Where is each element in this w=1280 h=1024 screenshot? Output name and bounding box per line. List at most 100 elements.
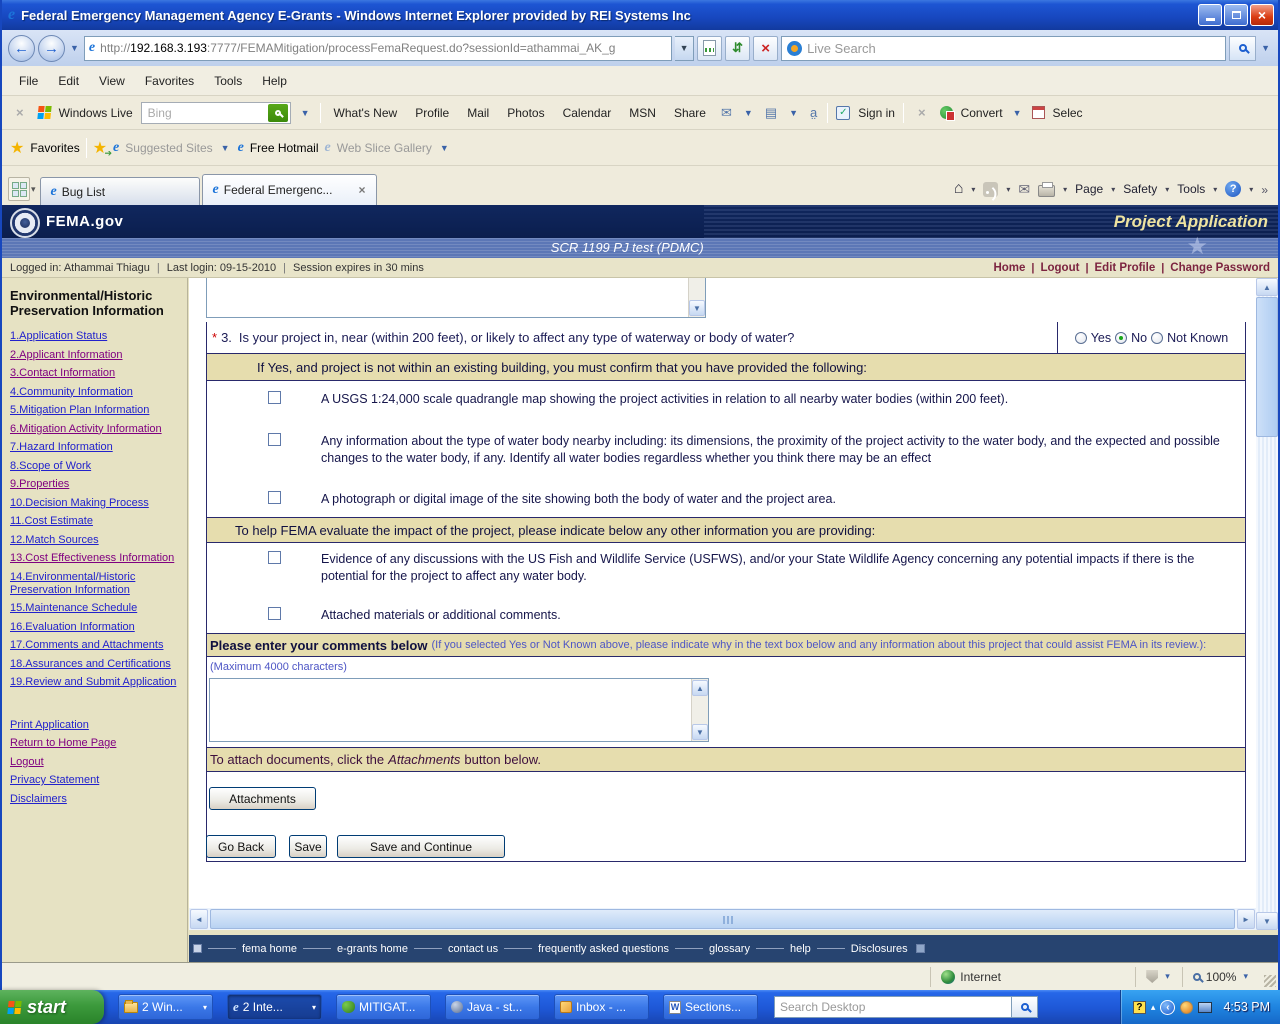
desktop-search-input[interactable] (774, 996, 1012, 1018)
sidebar-item-contact-information[interactable]: 3.Contact Information (10, 367, 181, 380)
footer-link-fema-home[interactable]: fema home (238, 943, 301, 955)
help-dropdown[interactable]: ▾ (1249, 185, 1253, 194)
sidebar-item-review-submit[interactable]: 19.Review and Submit Application (10, 676, 181, 689)
desktop-search-button[interactable] (1012, 996, 1038, 1018)
sidebar-link-disclaimers[interactable]: Disclaimers (10, 793, 181, 806)
compatibility-view-icon[interactable] (697, 35, 723, 61)
sidebar-item-comments-attachments[interactable]: 17.Comments and Attachments (10, 639, 181, 652)
tools-menu-button[interactable]: Tools (1177, 182, 1205, 196)
scroll-down-icon[interactable]: ▼ (1256, 912, 1278, 930)
attachments-button[interactable]: Attachments (209, 787, 316, 810)
convert-button[interactable]: Convert (961, 106, 1003, 120)
menu-edit[interactable]: Edit (49, 71, 88, 91)
favorites-button[interactable]: Favorites (30, 141, 79, 155)
restore-button[interactable] (1224, 4, 1248, 26)
map-dropdown[interactable]: ▼ (744, 108, 753, 118)
page-dropdown[interactable]: ▾ (1111, 185, 1115, 194)
scroll-right-icon[interactable]: ► (1237, 909, 1255, 929)
quick-tabs-icon[interactable] (8, 177, 30, 201)
header-link-home[interactable]: Home (993, 262, 1025, 274)
checkbox-attached-materials[interactable] (268, 607, 281, 620)
menu-favorites[interactable]: Favorites (136, 71, 203, 91)
safety-dropdown[interactable]: ▾ (1165, 185, 1169, 194)
safety-menu-button[interactable]: Safety (1123, 182, 1157, 196)
java-update-icon[interactable]: ? (1132, 1000, 1146, 1014)
history-dropdown[interactable]: ▼ (70, 43, 79, 53)
go-back-button[interactable]: Go Back (206, 835, 276, 858)
menu-file[interactable]: File (10, 71, 47, 91)
close-button[interactable]: × (1250, 4, 1274, 26)
taskbar-item-windows-group[interactable]: 2 Win... ▾ (118, 994, 213, 1020)
horizontal-scrollbar[interactable]: ◄ ► (189, 908, 1256, 930)
sign-in-button[interactable]: Sign in (858, 106, 895, 120)
tab-close-icon[interactable]: × (359, 183, 366, 197)
toolbar-overflow-icon[interactable]: » (1261, 180, 1268, 197)
live-search-box[interactable] (781, 35, 1227, 61)
sidebar-item-maintenance-schedule[interactable]: 15.Maintenance Schedule (10, 602, 181, 615)
news-dropdown[interactable]: ▼ (789, 108, 798, 118)
sidebar-item-assurances[interactable]: 18.Assurances and Certifications (10, 658, 181, 671)
sidebar-item-match-sources[interactable]: 12.Match Sources (10, 534, 181, 547)
suggested-sites-button[interactable]: Suggested Sites (125, 141, 212, 155)
sidebar-item-mitigation-plan[interactable]: 5.Mitigation Plan Information (10, 404, 181, 417)
web-slice-dropdown[interactable]: ▼ (440, 143, 449, 153)
taskbar-item-sections[interactable]: W Sections... (663, 994, 758, 1020)
comments-textarea[interactable]: ▲ ▼ (209, 678, 709, 742)
stop-button[interactable]: × (753, 35, 779, 61)
textarea-scrollbar[interactable]: ▼ (688, 278, 705, 317)
live-link-share[interactable]: Share (669, 106, 711, 120)
page-menu-button[interactable]: Page (1075, 182, 1103, 196)
back-button[interactable]: ← (8, 34, 35, 62)
toolbar-close-icon[interactable]: × (10, 105, 30, 120)
live-link-calendar[interactable]: Calendar (558, 106, 617, 120)
taskbar-item-mitigation[interactable]: MITIGAT... (336, 994, 431, 1020)
sidebar-item-environmental-historic[interactable]: 14.Environmental/Historic Preservation I… (10, 571, 181, 597)
sidebar-item-decision-making[interactable]: 10.Decision Making Process (10, 497, 181, 510)
taskbar-item-java[interactable]: Java - st... (445, 994, 540, 1020)
checkbox-water-body-info[interactable] (268, 433, 281, 446)
web-slice-button[interactable]: Web Slice Gallery (337, 141, 432, 155)
live-link-whats-new[interactable]: What's New (329, 106, 403, 120)
taskbar-item-internet-group[interactable]: e 2 Inte... ▾ (227, 994, 322, 1020)
sidebar-link-print-application[interactable]: Print Application (10, 719, 181, 732)
resize-grip[interactable] (1264, 974, 1276, 987)
refresh-button[interactable]: ⇵ (725, 35, 751, 61)
header-link-edit-profile[interactable]: Edit Profile (1095, 262, 1156, 274)
checkbox-photograph[interactable] (268, 491, 281, 504)
scroll-left-icon[interactable]: ◄ (190, 909, 208, 929)
news-icon[interactable]: ▤ (763, 105, 779, 121)
print-icon[interactable] (1038, 181, 1056, 197)
free-hotmail-button[interactable]: Free Hotmail (250, 141, 319, 155)
sidebar-item-mitigation-activity[interactable]: 6.Mitigation Activity Information (10, 423, 181, 436)
select-button[interactable]: Selec (1053, 106, 1083, 120)
checkbox-usfws-evidence[interactable] (268, 551, 281, 564)
tab-bug-list[interactable]: e Bug List (39, 177, 200, 205)
footer-link-egrants-home[interactable]: e-grants home (333, 943, 412, 955)
truncated-textarea[interactable]: ▼ (206, 278, 706, 318)
convert-dropdown[interactable]: ▼ (1013, 108, 1022, 118)
search-options-dropdown[interactable]: ▼ (1261, 43, 1270, 53)
comments-scrollbar[interactable]: ▲ ▼ (691, 679, 708, 741)
live-link-profile[interactable]: Profile (410, 106, 454, 120)
title-bar[interactable]: e Federal Emergency Management Agency E-… (2, 0, 1278, 30)
read-mail-icon[interactable]: ✉ (1018, 181, 1030, 198)
vertical-scrollbar[interactable]: ▲ ▼ (1256, 278, 1278, 930)
toolbar-close2-icon[interactable]: × (912, 105, 932, 120)
tab-federal-emergency[interactable]: e Federal Emergenc... × (201, 174, 377, 205)
tray-collapse-icon[interactable]: ‹ (1160, 999, 1176, 1015)
map-pin-icon[interactable]: ✉ (719, 105, 734, 121)
add-favorite-icon[interactable]: ★ (93, 138, 113, 159)
taskbar-item-inbox[interactable]: Inbox - ... (554, 994, 649, 1020)
header-link-change-password[interactable]: Change Password (1170, 262, 1270, 274)
sidebar-item-properties[interactable]: 9.Properties (10, 478, 181, 491)
search-go-button[interactable] (1229, 35, 1257, 61)
sidebar-item-application-status[interactable]: 1.Application Status (10, 330, 181, 343)
protected-mode-panel[interactable]: ▾ (1135, 966, 1182, 987)
translate-icon[interactable]: a̤ (808, 105, 819, 120)
live-link-msn[interactable]: MSN (624, 106, 661, 120)
bing-dropdown[interactable]: ▼ (301, 108, 310, 118)
sidebar-item-scope-of-work[interactable]: 8.Scope of Work (10, 460, 181, 473)
tools-dropdown[interactable]: ▾ (1213, 185, 1217, 194)
sidebar-item-cost-estimate[interactable]: 11.Cost Estimate (10, 515, 181, 528)
home-dropdown[interactable]: ▾ (971, 185, 975, 194)
